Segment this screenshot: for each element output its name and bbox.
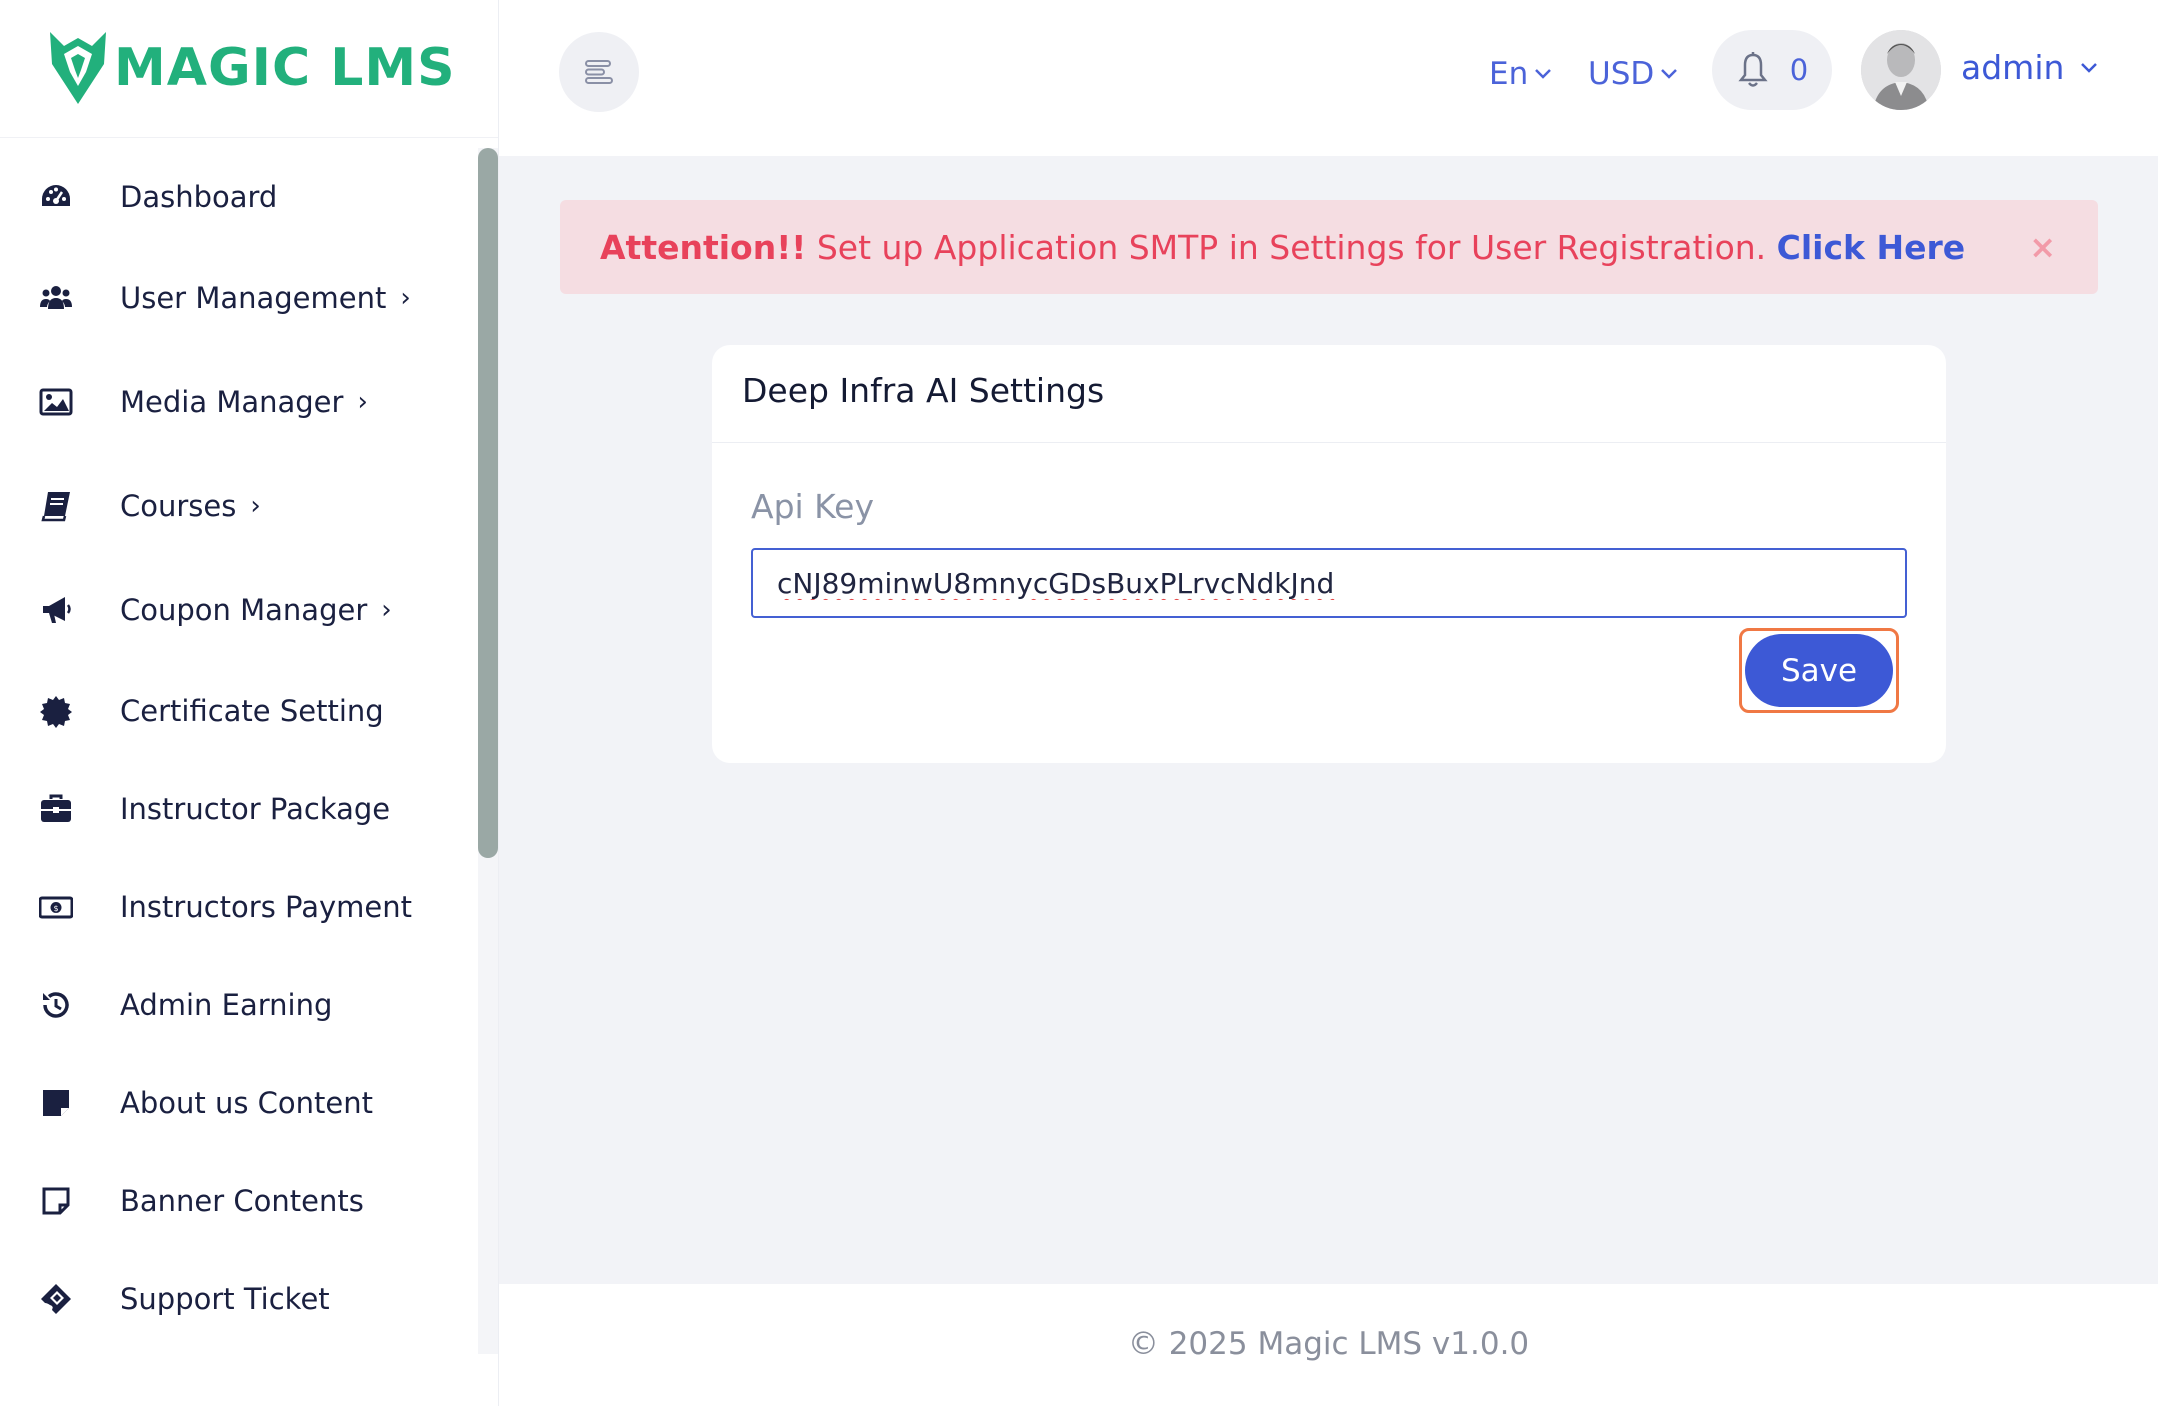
api-key-label: Api Key (751, 487, 875, 526)
brand-name: MAGIC LMS (114, 38, 456, 98)
chevron-down-icon (1661, 69, 1678, 79)
gauge-icon (38, 179, 74, 215)
notification-button[interactable]: 0 (1712, 30, 1832, 110)
sidebar-item-instructor-package[interactable]: Instructor Package (0, 774, 470, 844)
sidebar-item-label-wrap: User Management › (120, 281, 411, 315)
sidebar-item-banner-contents[interactable]: Banner Contents (0, 1166, 470, 1236)
sidebar-item-support-ticket[interactable]: Support Ticket (0, 1264, 470, 1334)
sidebar-item-label: Instructors Payment (120, 890, 412, 924)
sidebar-item-label-wrap: Coupon Manager › (120, 593, 392, 627)
smtp-alert: Attention!! Set up Application SMTP in S… (560, 200, 2098, 294)
brand-logo[interactable]: MAGIC LMS (46, 28, 456, 108)
chevron-right-icon: › (357, 387, 368, 417)
sidebar-item-label: About us Content (120, 1086, 373, 1120)
megaphone-icon (38, 592, 74, 628)
sidebar-item-label: User Management (120, 281, 387, 315)
avatar[interactable] (1861, 30, 1941, 110)
alert-text: Attention!! Set up Application SMTP in S… (600, 228, 1965, 267)
top-header: En USD 0 admin (499, 0, 2158, 156)
sidebar: MAGIC LMS Dashboard User Management › Me… (0, 0, 499, 1406)
currency-dropdown[interactable]: USD (1588, 56, 1678, 92)
notification-count: 0 (1789, 53, 1809, 87)
sticky-note-outline-icon (38, 1183, 74, 1219)
sidebar-item-dashboard[interactable]: Dashboard (0, 162, 470, 232)
sidebar-item-label: Instructor Package (120, 792, 391, 826)
currency-label: USD (1588, 56, 1655, 92)
sidebar-item-label-wrap: Courses › (120, 489, 261, 523)
deep-infra-settings-card: Deep Infra AI Settings Api Key Save (712, 345, 1946, 763)
sidebar-item-about-us-content[interactable]: About us Content (0, 1068, 470, 1138)
alert-message: Set up Application SMTP in Settings for … (806, 227, 1777, 267)
chevron-down-icon (2081, 62, 2098, 73)
sidebar-item-label: Certificate Setting (120, 694, 384, 728)
sidebar-item-label: Coupon Manager (120, 593, 368, 627)
menu-toggle-button[interactable] (559, 32, 639, 112)
close-icon[interactable]: × (2029, 228, 2056, 266)
sidebar-scrollbar-thumb[interactable] (478, 148, 498, 858)
fox-shield-logo-icon (50, 32, 106, 104)
footer-copyright: © 2025 Magic LMS v1.0.0 (1127, 1326, 1530, 1362)
sidebar-item-label-wrap: Media Manager › (120, 385, 368, 419)
sidebar-item-coupon-manager[interactable]: Coupon Manager › (0, 575, 470, 645)
users-icon (38, 280, 74, 316)
footer: © 2025 Magic LMS v1.0.0 (499, 1284, 2158, 1406)
sidebar-item-label: Banner Contents (120, 1184, 364, 1218)
chevron-right-icon: › (381, 595, 392, 625)
sidebar-item-instructors-payment[interactable]: $ Instructors Payment (0, 872, 470, 942)
align-left-icon (585, 60, 613, 84)
language-dropdown[interactable]: En (1489, 56, 1552, 92)
chevron-right-icon: › (250, 491, 261, 521)
sidebar-item-label: Support Ticket (120, 1282, 330, 1316)
card-title: Deep Infra AI Settings (742, 371, 1105, 410)
api-key-input[interactable] (751, 548, 1907, 618)
user-menu-dropdown[interactable]: admin (1961, 48, 2098, 87)
svg-text:$: $ (53, 904, 58, 913)
sidebar-item-label: Admin Earning (120, 988, 333, 1022)
alert-click-here-link[interactable]: Click Here (1777, 228, 1966, 267)
money-bill-icon: $ (38, 889, 74, 925)
chevron-right-icon: › (400, 283, 411, 313)
briefcase-icon (38, 791, 74, 827)
language-label: En (1489, 56, 1529, 92)
sidebar-item-label: Dashboard (120, 180, 278, 214)
sidebar-item-label: Courses (120, 489, 237, 523)
sticky-note-solid-icon (38, 1085, 74, 1121)
sidebar-item-certificate-setting[interactable]: Certificate Setting (0, 676, 470, 746)
sidebar-item-user-management[interactable]: User Management › (0, 263, 470, 333)
sidebar-item-courses[interactable]: Courses › (0, 471, 470, 541)
book-icon (38, 488, 74, 524)
image-icon (38, 384, 74, 420)
ticket-icon (38, 1281, 74, 1317)
user-avatar-icon (1861, 30, 1941, 110)
card-divider (712, 442, 1946, 443)
bell-icon (1738, 52, 1768, 87)
save-button[interactable]: Save (1745, 634, 1893, 707)
history-icon (38, 987, 74, 1023)
sidebar-item-label: Media Manager (120, 385, 344, 419)
user-name: admin (1961, 48, 2065, 87)
certificate-icon (38, 693, 74, 729)
sidebar-divider (0, 137, 498, 138)
sidebar-item-admin-earning[interactable]: Admin Earning (0, 970, 470, 1040)
sidebar-item-media-manager[interactable]: Media Manager › (0, 367, 470, 437)
alert-prefix: Attention!! (600, 227, 807, 267)
chevron-down-icon (1535, 69, 1552, 79)
